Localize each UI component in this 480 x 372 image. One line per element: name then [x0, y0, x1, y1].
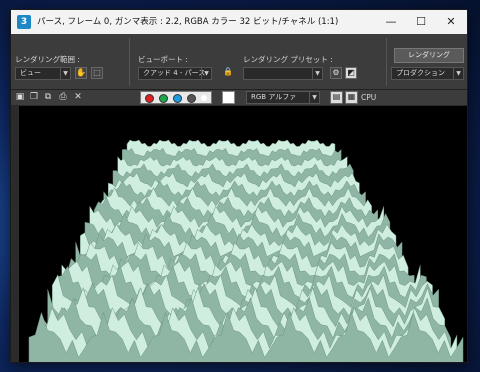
- minimize-button[interactable]: —: [376, 10, 406, 34]
- chevron-down-icon: ▼: [309, 92, 319, 103]
- frame-toolbar: ▣ ❐ ⧉ ⎙ ✕ RGB アルファ ▼ ▤ ▦ CPU: [11, 90, 467, 105]
- chevron-down-icon: ▼: [312, 68, 322, 79]
- app-icon: 3: [17, 15, 31, 29]
- lock-icon[interactable]: 🔒: [222, 67, 234, 79]
- production-value: プロダクション: [396, 69, 445, 77]
- render-settings-panel: レンダリング範囲 : ビュー ▼ ✋ ⬚ ビューポート : クアッド 4 - パ…: [11, 34, 467, 90]
- viewport-dropdown[interactable]: クアッド 4 - パース ▼: [138, 67, 212, 80]
- production-dropdown[interactable]: プロダクション ▼: [391, 67, 464, 80]
- channel-display-value: RGB アルファ: [251, 93, 297, 101]
- viewport-value: クアッド 4 - パース: [143, 69, 206, 77]
- print-icon[interactable]: ⎙: [58, 92, 68, 102]
- alpha-channel-icon[interactable]: [187, 94, 196, 103]
- render-viewport[interactable]: [19, 106, 467, 362]
- divider: [386, 38, 387, 86]
- preset-dropdown[interactable]: ▼: [243, 67, 323, 80]
- copy-icon[interactable]: ❐: [29, 92, 39, 102]
- chevron-down-icon: ▼: [201, 68, 211, 79]
- red-channel-icon[interactable]: [145, 94, 154, 103]
- render-area-value: ビュー: [20, 69, 41, 77]
- render-setup-icon[interactable]: ⚙: [330, 67, 342, 79]
- chevron-down-icon: ▼: [453, 68, 463, 79]
- environment-icon[interactable]: ◩: [345, 67, 357, 79]
- edit-region-icon[interactable]: ✋: [75, 67, 87, 79]
- title-bar[interactable]: 3 パース, フレーム 0, ガンマ表示 : 2.2, RGBA カラー 32 …: [11, 10, 467, 34]
- green-channel-icon[interactable]: [159, 94, 168, 103]
- viewport-label: ビューポート :: [138, 55, 188, 64]
- background-swatch[interactable]: [222, 91, 235, 104]
- render-area-dropdown[interactable]: ビュー ▼: [15, 67, 71, 80]
- cpu-label: CPU: [361, 93, 377, 102]
- render-frame-window: 3 パース, フレーム 0, ガンマ表示 : 2.2, RGBA カラー 32 …: [10, 9, 468, 363]
- chevron-down-icon: ▼: [60, 68, 70, 79]
- preset-label: レンダリング プリセット :: [243, 55, 333, 64]
- clear-icon[interactable]: ✕: [73, 92, 83, 102]
- channel-toggles: [140, 91, 212, 104]
- close-button[interactable]: ✕: [436, 10, 466, 34]
- render-button[interactable]: レンダリング: [394, 48, 464, 63]
- save-icon[interactable]: ▣: [15, 92, 25, 102]
- channel-display-dropdown[interactable]: RGB アルファ ▼: [246, 91, 320, 104]
- mono-channel-icon[interactable]: [201, 95, 207, 101]
- blue-channel-icon[interactable]: [173, 94, 182, 103]
- render-area-label: レンダリング範囲 :: [15, 55, 80, 64]
- auto-region-icon[interactable]: ⬚: [91, 67, 103, 79]
- clone-icon[interactable]: ⧉: [43, 92, 53, 102]
- divider: [129, 38, 130, 86]
- toggle-ui-icon[interactable]: ▤: [330, 91, 343, 104]
- rendered-terrain-image: [28, 139, 464, 362]
- maximize-button[interactable]: ☐: [406, 10, 436, 34]
- frame-buffer-icon[interactable]: ▦: [345, 91, 358, 104]
- window-title: パース, フレーム 0, ガンマ表示 : 2.2, RGBA カラー 32 ビッ…: [37, 17, 339, 27]
